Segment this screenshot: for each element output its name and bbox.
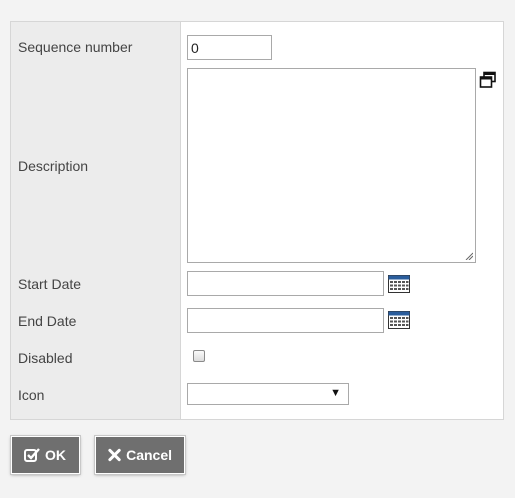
dropdown-arrow-icon: ▼ xyxy=(330,387,341,399)
start-date-label: Start Date xyxy=(18,276,82,292)
icon-label: Icon xyxy=(18,387,45,403)
cancel-button-label: Cancel xyxy=(126,447,172,463)
form-panel: Sequence number Description Start Date E… xyxy=(10,21,504,420)
end-date-input[interactable] xyxy=(187,308,384,333)
description-label: Description xyxy=(18,158,89,174)
end-date-calendar-icon[interactable] xyxy=(388,311,410,329)
checkbox-check-icon xyxy=(24,448,40,462)
end-date-label: End Date xyxy=(18,313,77,329)
icon-select[interactable]: ▼ xyxy=(187,383,349,405)
disabled-label: Disabled xyxy=(18,350,73,366)
sequence-number-label: Sequence number xyxy=(18,39,133,55)
start-date-input[interactable] xyxy=(187,271,384,296)
resize-grip-icon[interactable] xyxy=(465,252,473,260)
disabled-checkbox[interactable] xyxy=(193,350,205,362)
x-cross-icon xyxy=(108,448,121,462)
start-date-calendar-icon[interactable] xyxy=(388,275,410,293)
ok-button-label: OK xyxy=(45,447,66,463)
sequence-number-input[interactable] xyxy=(187,35,272,60)
ok-button[interactable]: OK xyxy=(11,436,80,474)
popout-window-icon[interactable] xyxy=(479,71,497,89)
cancel-button[interactable]: Cancel xyxy=(95,436,185,474)
description-textarea[interactable] xyxy=(187,68,476,263)
